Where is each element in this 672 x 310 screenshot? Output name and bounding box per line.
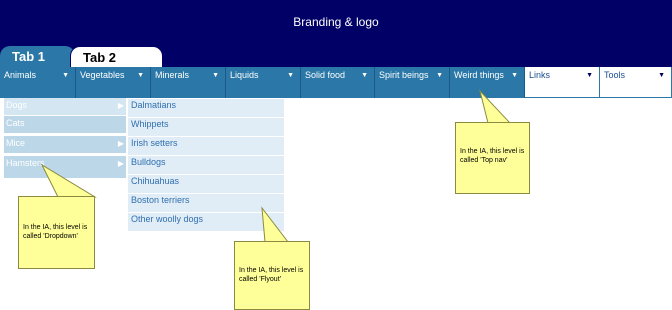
callout-top-nav: In the IA, this level is called 'Top nav… xyxy=(455,122,530,194)
top-nav-callout-pointer xyxy=(479,89,512,124)
callout-flyout: In the IA, this level is called 'Flyout' xyxy=(234,241,310,310)
callout-text: In the IA, this level is called 'Flyout' xyxy=(239,267,304,283)
flyout-callout-pointer xyxy=(261,206,290,243)
callout-dropdown: In the IA, this level is called 'Dropdow… xyxy=(18,196,95,269)
callout-pointers xyxy=(40,89,512,243)
callout-text: In the IA, this level is called 'Dropdow… xyxy=(23,224,88,240)
callout-text: In the IA, this level is called 'Top nav… xyxy=(460,148,525,164)
dropdown-callout-pointer xyxy=(40,163,97,198)
